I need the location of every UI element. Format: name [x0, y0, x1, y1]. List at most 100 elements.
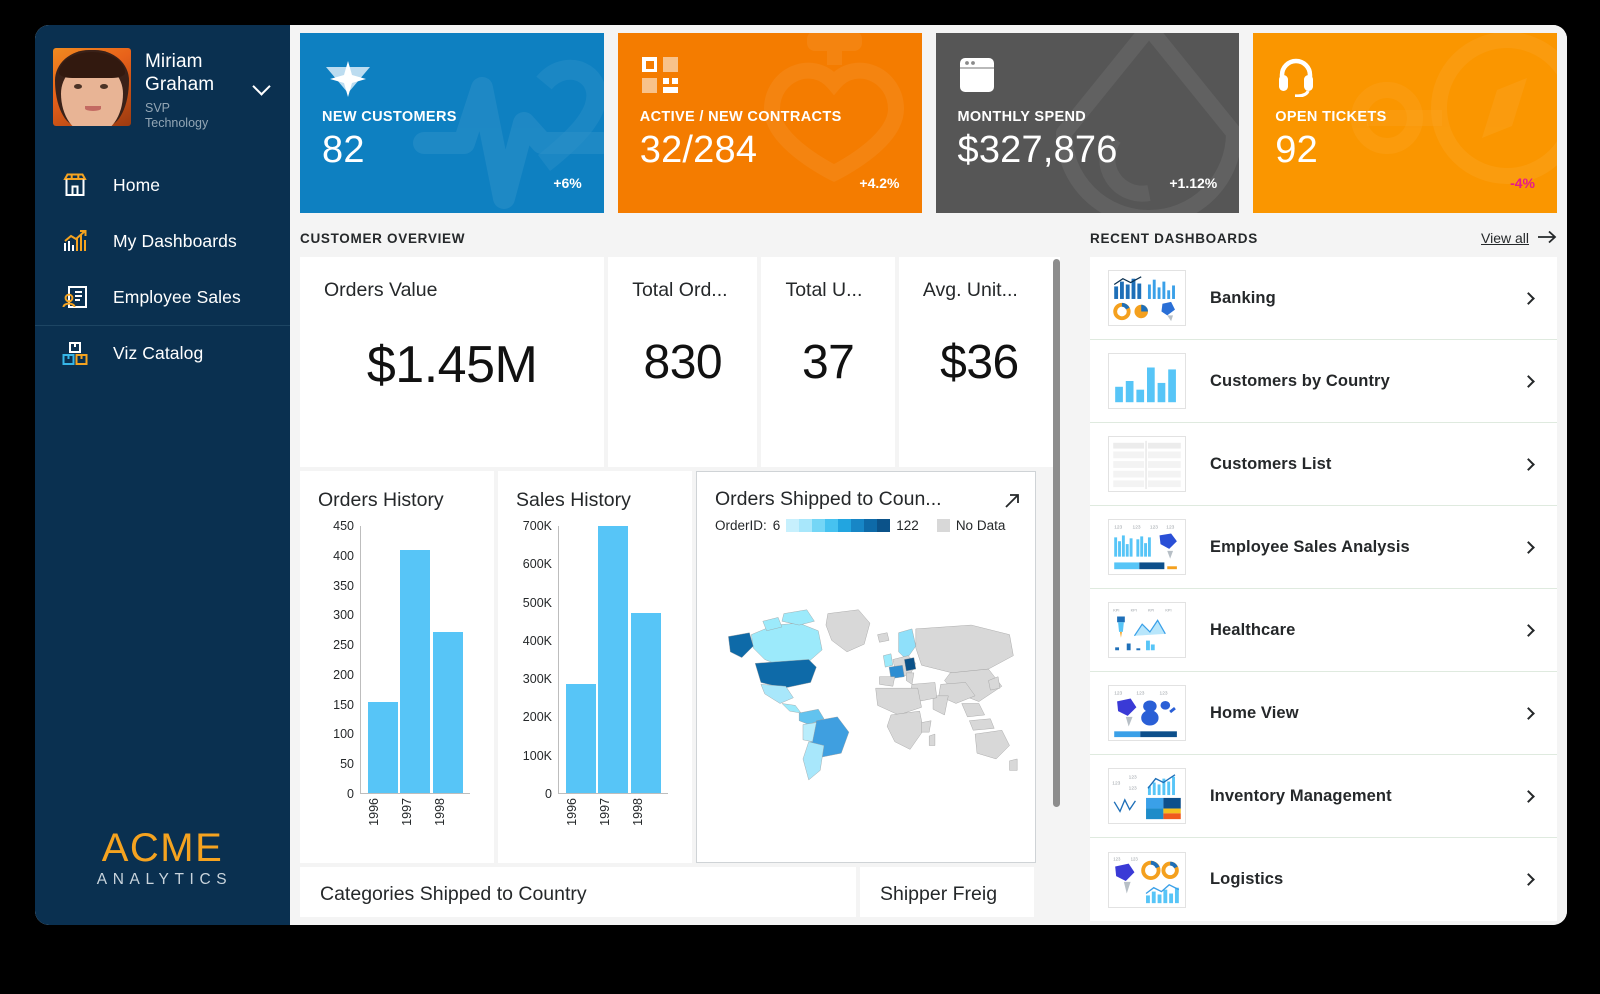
- user-profile[interactable]: Miriam Graham SVP Technology: [35, 25, 290, 131]
- bar[interactable]: [598, 526, 629, 793]
- view-all-button[interactable]: View all: [1481, 230, 1557, 247]
- y-tick: 700K: [522, 519, 552, 533]
- y-axis-labels: 450 400 350 300 250 200 150 100 50 0: [318, 519, 358, 801]
- external-link-icon[interactable]: [1003, 492, 1021, 510]
- y-tick: 100K: [522, 748, 552, 763]
- bar[interactable]: [432, 632, 463, 793]
- svg-text:123: 123: [1112, 780, 1120, 786]
- squares-grid-icon: [640, 55, 900, 99]
- brand-subtitle: ANALYTICS: [96, 871, 233, 888]
- svg-text:123: 123: [1114, 691, 1122, 697]
- list-item[interactable]: Customers List: [1090, 423, 1557, 506]
- bar[interactable]: [566, 684, 597, 793]
- metric-title: Total Ord...: [632, 279, 728, 301]
- banking-thumb: [1108, 270, 1186, 326]
- employee-sales-thumb: 123 123 123 123: [1108, 519, 1186, 575]
- sidebar: Miriam Graham SVP Technology Home My Das…: [35, 25, 290, 925]
- svg-text:KPI: KPI: [1165, 609, 1171, 613]
- metric-value: $1.45M: [366, 336, 538, 394]
- legend-min: 6: [772, 518, 781, 533]
- sidebar-item-home[interactable]: Home: [35, 157, 290, 213]
- card-shipper-freight[interactable]: Shipper Freig: [860, 867, 1034, 917]
- section-title: CUSTOMER OVERVIEW: [300, 230, 466, 246]
- metric-tile-total-orders[interactable]: Total Ord... 830: [608, 257, 758, 467]
- list-item[interactable]: Banking: [1090, 257, 1557, 340]
- list-item[interactable]: 123 123 Logistics: [1090, 838, 1557, 921]
- metric-value: 830: [643, 336, 723, 389]
- legend-swatch: [851, 519, 865, 532]
- metric-tile-avg-unit[interactable]: Avg. Unit... $36: [898, 257, 1060, 467]
- sidebar-item-label: My Dashboards: [113, 230, 237, 251]
- dashboard-name: Inventory Management: [1210, 786, 1392, 805]
- chevron-right-icon[interactable]: [1522, 374, 1535, 388]
- kpi-card-monthly-spend[interactable]: MONTHLY SPEND $327,876 +1.12%: [935, 33, 1240, 213]
- user-name: Miriam Graham: [145, 51, 215, 95]
- bar[interactable]: [630, 613, 661, 793]
- vertical-scrollbar[interactable]: [1053, 259, 1060, 807]
- x-tick: 1998: [630, 798, 645, 826]
- y-tick: 50: [340, 757, 354, 772]
- svg-text:123: 123: [1113, 856, 1121, 861]
- chevron-right-icon[interactable]: [1522, 623, 1535, 637]
- chart-row: Orders History 450 400 350 300 250 200 150 100 5…: [300, 471, 1060, 863]
- card-categories-shipped-to-country[interactable]: Categories Shipped to Country: [300, 867, 856, 917]
- blocks-icon: [59, 338, 91, 370]
- legend-swatch: [786, 519, 800, 532]
- world-map[interactable]: [715, 547, 1021, 837]
- home-view-thumb: 123 123 123: [1108, 685, 1186, 741]
- y-tick: 150: [333, 697, 354, 712]
- kpi-card-open-tickets[interactable]: OPEN TICKETS 92 -4%: [1253, 33, 1557, 213]
- chevron-right-icon[interactable]: [1522, 873, 1535, 886]
- bar[interactable]: [368, 702, 399, 793]
- list-item[interactable]: 123 123 123 Inventory Management: [1090, 755, 1557, 838]
- sales-history-plot: 700K 600K 500K 400K 300K 200K 100K 0 1996 1997 19…: [516, 519, 678, 826]
- chart-card-sales-history[interactable]: Sales History 700K 600K 500K 400K 300K 200K 10…: [498, 471, 692, 863]
- legend-swatch: [877, 519, 891, 532]
- customer-overview-scroll-area[interactable]: Orders Value $1.45M Total Ord... 830 Tot…: [300, 257, 1060, 917]
- world-map-svg: [728, 609, 1018, 781]
- sidebar-item-employee-sales[interactable]: Employee Sales: [35, 269, 290, 325]
- kpi-delta: +6%: [553, 175, 582, 191]
- list-item[interactable]: 123 123 123 123 Employee Sales Analysis: [1090, 506, 1557, 589]
- svg-text:123: 123: [1150, 525, 1158, 531]
- chart-card-orders-history[interactable]: Orders History 450 400 350 300 250 200 150 100 5…: [300, 471, 494, 863]
- legend-swatch: [838, 519, 852, 532]
- kpi-card-new-customers[interactable]: NEW CUSTOMERS 82 +6%: [300, 33, 604, 213]
- metric-tile-orders-value[interactable]: Orders Value $1.45M: [300, 257, 605, 467]
- bar[interactable]: [400, 550, 431, 793]
- y-tick: 300: [333, 608, 354, 623]
- legend-swatch: [864, 519, 878, 532]
- customer-overview-panel: CUSTOMER OVERVIEW Orders Value $1.45M To…: [300, 213, 1060, 921]
- list-item[interactable]: KPI KPI KPI KPI Healthcare: [1090, 589, 1557, 672]
- kpi-value: $327,876: [957, 129, 1118, 171]
- chevron-right-icon[interactable]: [1522, 291, 1535, 305]
- legend-swatch: [812, 519, 826, 532]
- logistics-thumb: 123 123: [1108, 851, 1186, 908]
- dashboard-name: Healthcare: [1210, 620, 1296, 639]
- kpi-label: OPEN TICKETS: [1275, 109, 1387, 125]
- y-axis-labels: 700K 600K 500K 400K 300K 200K 100K 0: [516, 519, 556, 801]
- storefront-icon: [59, 169, 91, 201]
- x-tick: 1997: [399, 798, 414, 826]
- brand-name: ACME: [101, 826, 224, 870]
- list-item[interactable]: Customers by Country: [1090, 340, 1557, 423]
- metric-tile-total-units[interactable]: Total U... 37: [761, 257, 895, 467]
- list-item[interactable]: 123 123 123 Home View: [1090, 672, 1557, 755]
- chevron-right-icon[interactable]: [1522, 706, 1535, 720]
- svg-text:123: 123: [1166, 525, 1174, 531]
- chart-card-orders-shipped-map[interactable]: Orders Shipped to Coun... OrderID: 6 122…: [696, 471, 1036, 863]
- dashboard-name: Logistics: [1210, 870, 1284, 888]
- y-tick: 600K: [522, 557, 552, 572]
- legend-label: OrderID:: [715, 518, 767, 533]
- kpi-card-active-new-contracts[interactable]: ACTIVE / NEW CONTRACTS 32/284 +4.2%: [617, 33, 922, 213]
- sidebar-item-viz-catalog[interactable]: Viz Catalog: [35, 325, 290, 381]
- chevron-right-icon[interactable]: [1522, 789, 1535, 803]
- chevron-right-icon[interactable]: [1522, 540, 1535, 554]
- legend-max: 122: [896, 518, 919, 533]
- kpi-value: 92: [1275, 129, 1318, 171]
- recent-dashboards-panel: RECENT DASHBOARDS View all Banking Custom…: [1090, 213, 1557, 921]
- chevron-right-icon[interactable]: [1522, 457, 1535, 471]
- dashboard-name: Customers List: [1210, 454, 1332, 473]
- view-all-label: View all: [1481, 230, 1529, 246]
- sidebar-item-my-dashboards[interactable]: My Dashboards: [35, 213, 290, 269]
